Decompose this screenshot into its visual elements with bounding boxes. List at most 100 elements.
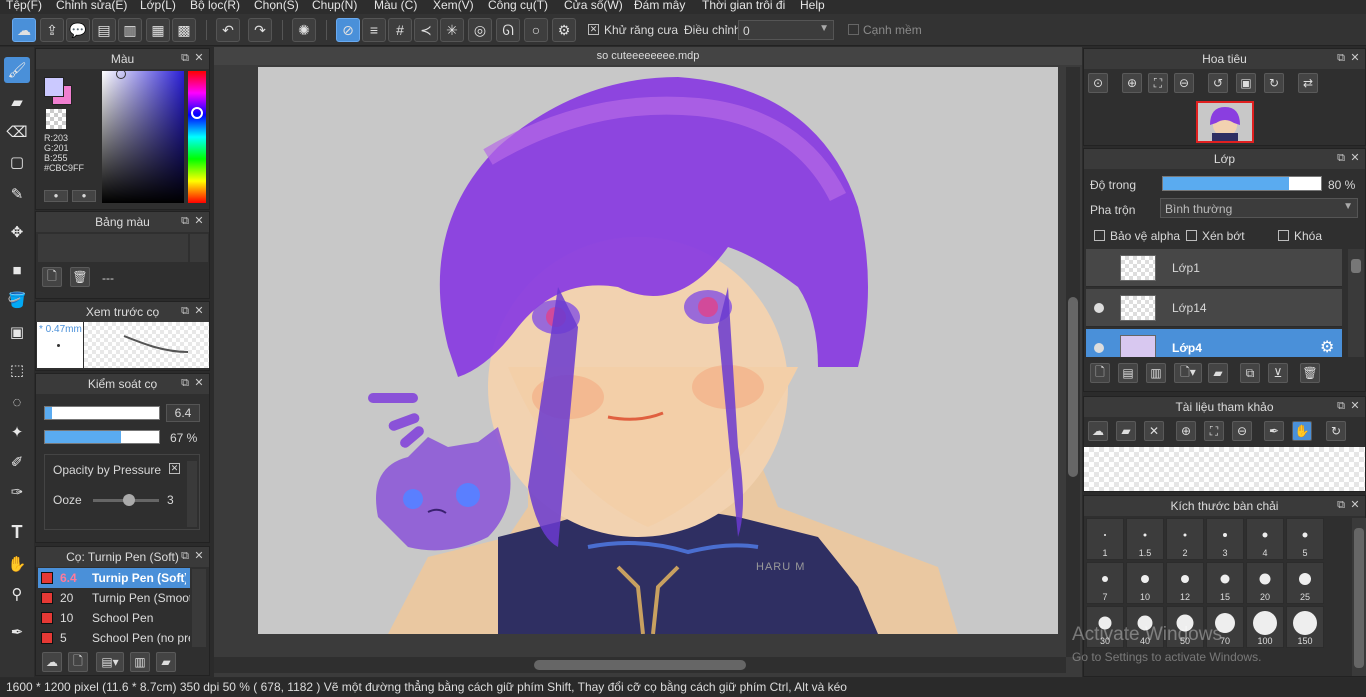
settings-gear-icon[interactable]: ⚙ [552, 18, 576, 42]
selection-eraser-icon[interactable]: ⌫ [4, 119, 30, 145]
menu-file[interactable]: Tệp(F) [6, 0, 42, 12]
pop-out-icon[interactable]: ⧉ [179, 550, 191, 562]
pop-out-icon[interactable]: ⧉ [179, 52, 191, 64]
brush-size-cell[interactable]: 7 [1086, 562, 1124, 604]
transparent-swatch[interactable] [46, 109, 66, 129]
brush-size-cell[interactable]: 4 [1246, 518, 1284, 560]
concentric-snap-icon[interactable]: ◎ [468, 18, 492, 42]
brush-menu-icon[interactable]: ▤▾ [96, 652, 124, 672]
vertical-scrollbar[interactable] [1066, 67, 1080, 657]
close-icon[interactable]: ✕ [193, 550, 205, 562]
brush-copy-icon[interactable]: ▥ [130, 652, 150, 672]
trash-icon[interactable]: 🗑 [70, 267, 90, 287]
visibility-eye-icon[interactable] [1094, 343, 1104, 353]
zoom-out-icon[interactable]: ⊖ [1174, 73, 1194, 93]
pop-out-icon[interactable]: ⧉ [179, 215, 191, 227]
brush-size-scroll-thumb[interactable] [1354, 528, 1364, 668]
options-scrollbar[interactable] [187, 461, 197, 527]
brush-opacity-slider[interactable] [44, 430, 160, 444]
gradient-tool-icon[interactable]: ▣ [4, 319, 30, 345]
correction-select[interactable]: 0 ▼ [738, 20, 834, 40]
brush-size-cell[interactable]: 100 [1246, 606, 1284, 648]
vertical-scroll-thumb[interactable] [1068, 297, 1078, 477]
new-brush-icon[interactable]: 🗋 [68, 652, 88, 672]
color-options-button[interactable]: ● [72, 190, 96, 202]
pop-out-icon[interactable]: ⧉ [1335, 52, 1347, 64]
document-icon[interactable]: ▥ [118, 18, 142, 42]
brush-item-turnip-soft[interactable]: 6.4 Turnip Pen (Soft) [38, 568, 190, 588]
menu-window[interactable]: Cửa sổ(W) [564, 0, 623, 12]
ooze-slider-handle[interactable] [123, 494, 135, 506]
select-eraser-icon[interactable]: ✑ [4, 479, 30, 505]
hand-icon[interactable]: ✋ [1292, 421, 1312, 441]
layer-row-lop14[interactable]: Lớp14 [1086, 289, 1342, 327]
layer-settings-gear-icon[interactable]: ⚙ [1320, 337, 1334, 357]
flip-horizontal-icon[interactable]: ⇄ [1298, 73, 1318, 93]
pop-out-icon[interactable]: ⧉ [1335, 152, 1347, 164]
brush-size-scrollbar[interactable] [1352, 518, 1366, 676]
navigator-thumbnail[interactable] [1196, 101, 1254, 143]
palette-scrollbar[interactable] [190, 234, 208, 262]
brush-item-turnip-smooth[interactable]: 20 Turnip Pen (Smooth) [38, 588, 190, 608]
menu-select[interactable]: Chọn(S) [254, 0, 299, 12]
antialias-checkbox[interactable]: ✕ [588, 24, 599, 35]
close-icon[interactable]: ✕ [1349, 52, 1361, 64]
opacity-pressure-checkbox[interactable]: ✕ [169, 463, 180, 474]
new-layer-icon[interactable]: 🗋 [1090, 363, 1110, 383]
magic-wand-icon[interactable]: ✦ [4, 419, 30, 445]
grid-snap-icon[interactable]: # [388, 18, 412, 42]
menu-filter[interactable]: Bộ lọc(R) [190, 0, 240, 12]
saturation-value-picker[interactable] [102, 69, 184, 203]
redo-icon[interactable]: ↷ [248, 18, 272, 42]
close-icon[interactable]: ✕ [193, 377, 205, 389]
close-reference-icon[interactable]: ✕ [1144, 421, 1164, 441]
layer-list-scrollbar[interactable] [1348, 249, 1364, 357]
snap-off-icon[interactable]: ⊘ [336, 18, 360, 42]
brush-size-cell[interactable]: 150 [1286, 606, 1324, 648]
reference-canvas[interactable] [1084, 447, 1365, 491]
zoom-reset-icon[interactable]: ⊙ [1088, 73, 1108, 93]
perspective-snap-icon[interactable]: ≺ [414, 18, 438, 42]
circle-snap-icon[interactable]: ○ [524, 18, 548, 42]
close-icon[interactable]: ✕ [1349, 499, 1361, 511]
pop-out-icon[interactable]: ⧉ [179, 377, 191, 389]
speech-bubble-icon[interactable]: 💬 [66, 18, 90, 42]
brush-tool-icon[interactable]: 🖌 [4, 57, 30, 83]
folder-icon[interactable]: ▰ [156, 652, 176, 672]
menu-layer[interactable]: Lớp(L) [140, 0, 176, 12]
protect-alpha-checkbox[interactable] [1094, 230, 1105, 241]
eraser-tool-icon[interactable]: ▰ [4, 89, 30, 115]
brush-size-cell[interactable]: 12 [1166, 562, 1204, 604]
brush-size-cell[interactable]: 2 [1166, 518, 1204, 560]
grid-layout-icon[interactable]: ▩ [172, 18, 196, 42]
layer-row-lop4[interactable]: Lớp4 ⚙ [1086, 329, 1342, 357]
current-color-swatch[interactable] [44, 77, 64, 97]
eyedropper-icon[interactable]: ✒ [1264, 421, 1284, 441]
rotate-left-icon[interactable]: ↺ [1208, 73, 1228, 93]
clipping-checkbox[interactable] [1186, 230, 1197, 241]
text-tool-icon[interactable]: T [4, 519, 30, 545]
close-icon[interactable]: ✕ [1349, 400, 1361, 412]
radial-snap-icon[interactable]: ✳ [440, 18, 464, 42]
reference-rotate-icon[interactable]: ↻ [1326, 421, 1346, 441]
layer-opacity-slider[interactable] [1162, 176, 1322, 191]
actual-size-icon[interactable]: ▣ [1236, 73, 1256, 93]
horizontal-scroll-thumb[interactable] [534, 660, 746, 670]
layer-folder-icon[interactable]: ▰ [1208, 363, 1228, 383]
share-icon[interactable]: ⇪ [40, 18, 64, 42]
layer-row-lop1[interactable]: Lớp1 [1086, 249, 1342, 287]
visibility-eye-icon[interactable] [1094, 303, 1104, 313]
cloud-upload-icon[interactable]: ☁ [1088, 421, 1108, 441]
select-pen-icon[interactable]: ✐ [4, 449, 30, 475]
rectangle-tool-icon[interactable]: ▢ [4, 149, 30, 175]
brush-size-slider[interactable] [44, 406, 160, 420]
menu-tools[interactable]: Công cụ(T) [488, 0, 548, 12]
close-icon[interactable]: ✕ [193, 52, 205, 64]
pop-out-icon[interactable]: ⧉ [1335, 499, 1347, 511]
curve-snap-icon[interactable]: ᘏ [496, 18, 520, 42]
merge-layer-icon[interactable]: ⊻ [1268, 363, 1288, 383]
fill-rect-tool-icon[interactable]: ■ [4, 257, 30, 283]
brush-item-school-pen[interactable]: 10 School Pen [38, 608, 190, 628]
brush-size-cell[interactable]: 5 [1286, 518, 1324, 560]
hue-slider[interactable] [188, 71, 206, 203]
